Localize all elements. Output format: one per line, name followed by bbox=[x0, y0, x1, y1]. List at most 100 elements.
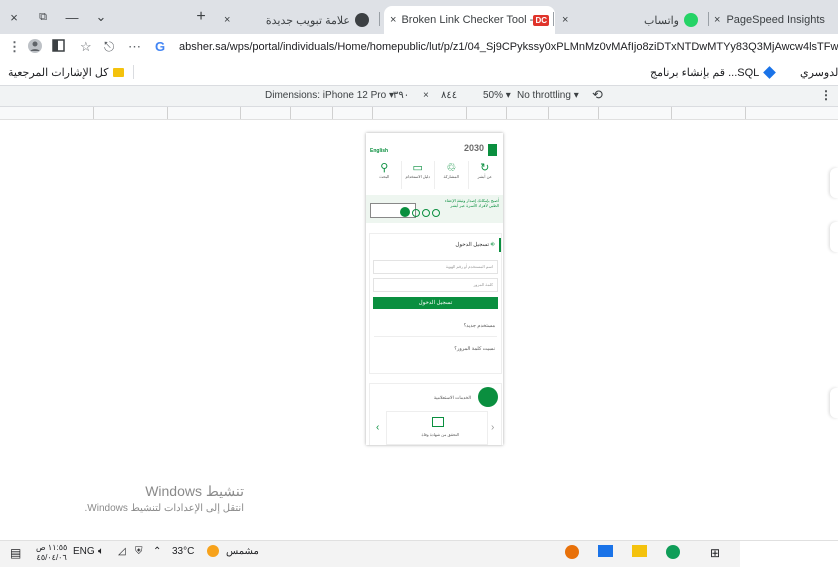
tab-close-icon[interactable]: × bbox=[390, 14, 396, 26]
service-label: دليل الاستخدام bbox=[405, 174, 431, 179]
language-indicator[interactable]: ENG bbox=[73, 546, 95, 557]
windows-taskbar: ▤ ١١:٥٥ ص ٤٥/٠٤/٠٦ ENG 🔈︎ ◿ ⛨ ⌃ 33°C مشم… bbox=[0, 540, 838, 567]
device-toolbar: Dimensions: iPhone 12 Pro ▾ ٣٩٠ × ٨٤٤ 50… bbox=[0, 86, 838, 107]
service-about[interactable]: ↻ عن أبشر bbox=[467, 161, 502, 189]
login-title: ⎆ تسجيل الدخول bbox=[455, 242, 495, 249]
whatsapp-icon bbox=[684, 13, 698, 27]
weather-label[interactable]: مشمس bbox=[226, 546, 259, 557]
absher-logo-icon bbox=[488, 144, 497, 156]
close-window-button[interactable]: × bbox=[4, 7, 24, 27]
service-label: المشاركة bbox=[443, 174, 459, 179]
task-view-icon[interactable]: ⊞ bbox=[710, 546, 720, 560]
edge-icon[interactable] bbox=[666, 545, 680, 559]
bookmark-label: قم بإنشاء برنامج ...SQL bbox=[650, 67, 760, 79]
banner-dot bbox=[400, 207, 410, 217]
tab-title: علامة تبويب جديدة bbox=[265, 14, 350, 27]
book-icon: ▭ bbox=[412, 162, 423, 174]
mail-icon[interactable] bbox=[598, 545, 613, 557]
title-accent bbox=[499, 238, 501, 252]
share-icon[interactable]: ⎋ bbox=[104, 39, 114, 55]
tab-search-button[interactable]: ⌄ bbox=[91, 7, 111, 27]
device-more-icon[interactable]: ⋮ bbox=[820, 88, 832, 102]
carousel-prev-button[interactable]: ‹ bbox=[376, 422, 379, 433]
restore-window-button[interactable]: ⧉ bbox=[33, 7, 53, 27]
bookmark-star-icon[interactable]: ☆ bbox=[80, 39, 92, 55]
minimize-icon: — bbox=[65, 9, 79, 25]
promo-banner[interactable]: أصبح بإمكانك إصدار وثيقة الإعفاء الطبي ل… bbox=[366, 195, 503, 223]
bookmark-dosari[interactable]: الدوسري... bbox=[800, 66, 838, 79]
chevron-down-icon: ⌄ bbox=[95, 9, 107, 24]
ruler-segment bbox=[671, 107, 746, 119]
password-input[interactable]: كلمة المرور bbox=[373, 278, 498, 292]
ruler-segment bbox=[598, 107, 672, 119]
chevron-up-icon[interactable]: ⌃ bbox=[153, 546, 161, 557]
chrome-taskbar-icon[interactable] bbox=[565, 545, 579, 559]
tab-close-icon[interactable]: × bbox=[562, 14, 568, 26]
inquiry-item-card[interactable]: التحقق من شهادة وفاة bbox=[386, 411, 488, 445]
sun-icon[interactable] bbox=[207, 545, 219, 557]
more-icon[interactable]: ⋯ bbox=[128, 39, 141, 55]
banner-text: أصبح بإمكانك إصدار وثيقة الإعفاء الطبي ل… bbox=[444, 198, 499, 208]
login-title-text: تسجيل الدخول bbox=[455, 242, 490, 248]
clock[interactable]: ١١:٥٥ ص ٤٥/٠٤/٠٦ bbox=[36, 543, 67, 563]
bookmark-sql[interactable]: قم بإنشاء برنامج ...SQL bbox=[650, 66, 777, 79]
tab-close-icon[interactable]: × bbox=[224, 14, 230, 26]
height-input[interactable]: ٨٤٤ bbox=[441, 90, 457, 101]
notifications-icon[interactable]: ▤ bbox=[10, 546, 21, 560]
restore-icon: ⧉ bbox=[39, 10, 47, 23]
watermark-subtitle: انتقل إلى الإعدادات لتنشيط Windows. bbox=[84, 503, 244, 514]
google-lens-icon[interactable]: G bbox=[155, 39, 165, 54]
profile-icon[interactable] bbox=[28, 39, 42, 56]
device-dimensions-select[interactable]: Dimensions: iPhone 12 Pro ▾ bbox=[265, 90, 394, 101]
windows-activation-watermark: تنشيط Windows انتقل إلى الإعدادات لتنشيط… bbox=[60, 483, 244, 514]
menu-icon[interactable]: ⋮ bbox=[8, 39, 21, 55]
security-icon[interactable]: ⛨ bbox=[135, 546, 143, 557]
tab-broken-link-checker[interactable]: × Broken Link Checker Tool - DC bbox=[384, 6, 555, 34]
volume-icon[interactable]: 🔈︎ bbox=[98, 546, 104, 557]
width-input[interactable]: ٣٩٠ bbox=[393, 90, 409, 101]
tab-divider bbox=[379, 12, 380, 26]
clock-time: ١١:٥٥ ص bbox=[36, 543, 68, 552]
search-box[interactable] bbox=[740, 541, 838, 567]
times-sign: × bbox=[423, 90, 429, 101]
service-participation[interactable]: ♲ المشاركة bbox=[434, 161, 468, 189]
side-panel-icon[interactable] bbox=[52, 39, 65, 55]
tab-new-tab[interactable]: × علامة تبويب جديدة bbox=[224, 6, 374, 34]
ruler-segment bbox=[167, 107, 241, 119]
service-guide[interactable]: ▭ دليل الاستخدام bbox=[400, 161, 435, 189]
tab-close-icon[interactable]: × bbox=[714, 14, 720, 26]
zoom-select[interactable]: 50% ▾ bbox=[483, 90, 511, 101]
login-button[interactable]: تسجيل الدخول bbox=[373, 297, 498, 309]
address-bar-row: ⋮ ☆ ⎋ ⋯ G absher.sa/wps/portal/individua… bbox=[0, 34, 838, 60]
plus-icon: + bbox=[196, 8, 206, 25]
temperature-label[interactable]: 33°C bbox=[172, 546, 194, 557]
new-user-link[interactable]: مستخدم جديد؟ bbox=[464, 323, 495, 329]
username-input[interactable]: اسم المستخدم أو رقم الهوية bbox=[373, 260, 498, 274]
rotate-icon[interactable]: ⟲ bbox=[592, 87, 603, 103]
tab-whatsapp[interactable]: × واتساب bbox=[558, 6, 703, 34]
minimize-window-button[interactable]: — bbox=[62, 7, 82, 27]
all-bookmarks-button[interactable]: كل الإشارات المرجعية bbox=[8, 66, 125, 79]
ruler-segment bbox=[93, 107, 168, 119]
network-icon[interactable]: ◿ bbox=[118, 546, 126, 557]
english-link[interactable]: English bbox=[370, 148, 388, 154]
ruler-segment bbox=[290, 107, 333, 119]
forgot-password-link[interactable]: نسيت كلمة المرور؟ bbox=[454, 346, 495, 352]
folder-icon bbox=[113, 68, 125, 77]
banner-dot bbox=[432, 209, 440, 217]
tab-title: PageSpeed Insights bbox=[726, 14, 825, 26]
new-tab-button[interactable]: + bbox=[191, 7, 211, 27]
tab-strip: × ⧉ — ⌄ + × علامة تبويب جديدة × Broken L… bbox=[0, 0, 838, 34]
service-search[interactable]: ⚲ البحث bbox=[368, 161, 401, 189]
tab-divider bbox=[553, 12, 554, 26]
divider bbox=[133, 65, 134, 79]
chrome-icon bbox=[355, 13, 369, 27]
file-explorer-icon[interactable] bbox=[632, 545, 647, 557]
quick-services: ↻ عن أبشر ♲ المشاركة ▭ دليل الاستخدام ⚲ البح… bbox=[368, 161, 501, 189]
throttling-select[interactable]: No throttling ▾ bbox=[517, 90, 579, 101]
tab-pagespeed[interactable]: × PageSpeed Insights bbox=[714, 6, 838, 34]
carousel-next-button[interactable]: › bbox=[491, 422, 494, 433]
tab-title: Broken Link Checker Tool - bbox=[401, 14, 534, 26]
search-icon: ⚲ bbox=[380, 162, 389, 174]
url-field[interactable]: absher.sa/wps/portal/individuals/Home/ho… bbox=[179, 41, 838, 53]
